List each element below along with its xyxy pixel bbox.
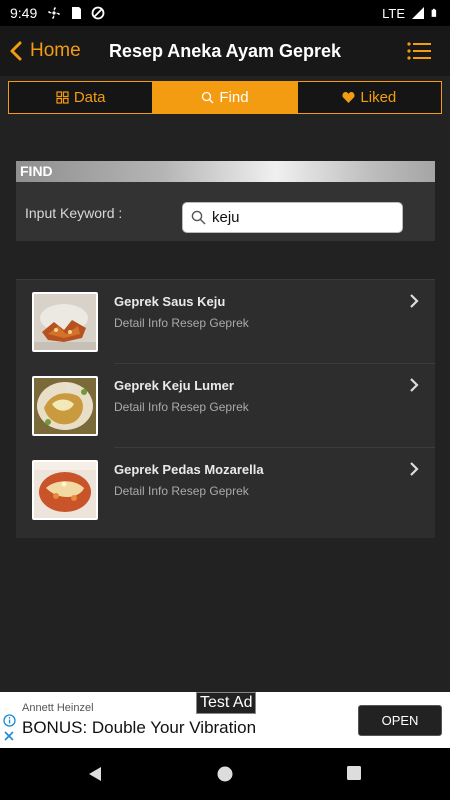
home-label: Home xyxy=(30,40,81,61)
list-item[interactable]: Geprek Keju Lumer Detail Info Resep Gepr… xyxy=(16,364,435,448)
ad-advertiser: Annett Heinzel xyxy=(22,702,94,714)
recents-icon[interactable] xyxy=(347,766,361,780)
sd-card-icon xyxy=(72,7,82,19)
recipe-photo-3 xyxy=(34,462,96,518)
recipe-name: Geprek Pedas Mozarella xyxy=(114,462,264,477)
app-screen: 9:49 LTE Home Resep Aneka Ayam Geprek Da… xyxy=(0,0,450,800)
list-item[interactable]: Geprek Pedas Mozarella Detail Info Resep… xyxy=(16,448,435,532)
fan-icon xyxy=(48,7,61,19)
results-list: Geprek Saus Keju Detail Info Resep Gepre… xyxy=(16,279,435,538)
ad-open-button[interactable]: OPEN xyxy=(358,705,442,736)
find-panel: Input Keyword : xyxy=(16,182,435,241)
signal-icon xyxy=(412,7,424,19)
home-icon[interactable] xyxy=(217,766,233,782)
tab-data-label: Data xyxy=(73,89,106,106)
status-bar: 9:49 LTE xyxy=(0,0,450,26)
tab-liked-label: Liked xyxy=(360,89,397,106)
keyword-input[interactable] xyxy=(212,209,392,226)
ad-headline: BONUS: Double Your Vibration xyxy=(22,718,257,737)
chevron-right-icon xyxy=(410,294,419,308)
list-item[interactable]: Geprek Saus Keju Detail Info Resep Gepre… xyxy=(16,280,435,364)
chevron-right-icon xyxy=(410,462,419,476)
ad-banner[interactable]: Test Ad Annett Heinzel BONUS: Double You… xyxy=(0,692,450,748)
chevron-left-icon xyxy=(10,41,22,61)
keyword-label: Input Keyword : xyxy=(25,205,123,221)
keyword-search-box[interactable] xyxy=(182,202,403,233)
notification-icons xyxy=(47,6,105,20)
find-section-header: FIND xyxy=(16,161,435,182)
battery-icon xyxy=(431,8,437,17)
recipe-name: Geprek Saus Keju xyxy=(114,294,226,309)
tab-find-label: Find xyxy=(219,89,249,106)
tab-liked[interactable]: Liked xyxy=(296,82,441,113)
data-saver-icon xyxy=(91,6,105,20)
tab-find[interactable]: Find xyxy=(152,82,297,113)
heart-icon xyxy=(342,92,355,103)
tab-data[interactable]: Data xyxy=(9,82,152,113)
home-back-button[interactable]: Home xyxy=(9,40,81,62)
recipe-photo-1 xyxy=(34,294,96,350)
search-icon xyxy=(202,91,214,104)
ad-close-icon[interactable] xyxy=(3,730,15,742)
grid-icon xyxy=(56,91,69,104)
recipe-thumbnail xyxy=(32,376,98,436)
chevron-right-icon xyxy=(410,378,419,392)
ad-test-tag: Test Ad xyxy=(196,692,257,714)
recipe-thumbnail xyxy=(32,292,98,352)
recipe-thumbnail xyxy=(32,460,98,520)
system-nav-bar xyxy=(0,748,450,800)
search-icon xyxy=(191,210,206,225)
ad-info-icon[interactable] xyxy=(3,714,16,727)
app-bar: Home Resep Aneka Ayam Geprek xyxy=(0,26,450,76)
status-right: LTE xyxy=(382,6,440,21)
recipe-subtitle: Detail Info Resep Geprek xyxy=(114,484,249,498)
back-icon[interactable] xyxy=(87,766,103,782)
list-menu-icon[interactable] xyxy=(406,40,432,62)
recipe-photo-2 xyxy=(34,378,96,434)
network-type: LTE xyxy=(382,5,405,21)
recipe-subtitle: Detail Info Resep Geprek xyxy=(114,316,249,330)
recipe-name: Geprek Keju Lumer xyxy=(114,378,234,393)
recipe-subtitle: Detail Info Resep Geprek xyxy=(114,400,249,414)
status-time: 9:49 xyxy=(10,5,38,21)
tab-bar: Data Find Liked xyxy=(8,81,442,114)
